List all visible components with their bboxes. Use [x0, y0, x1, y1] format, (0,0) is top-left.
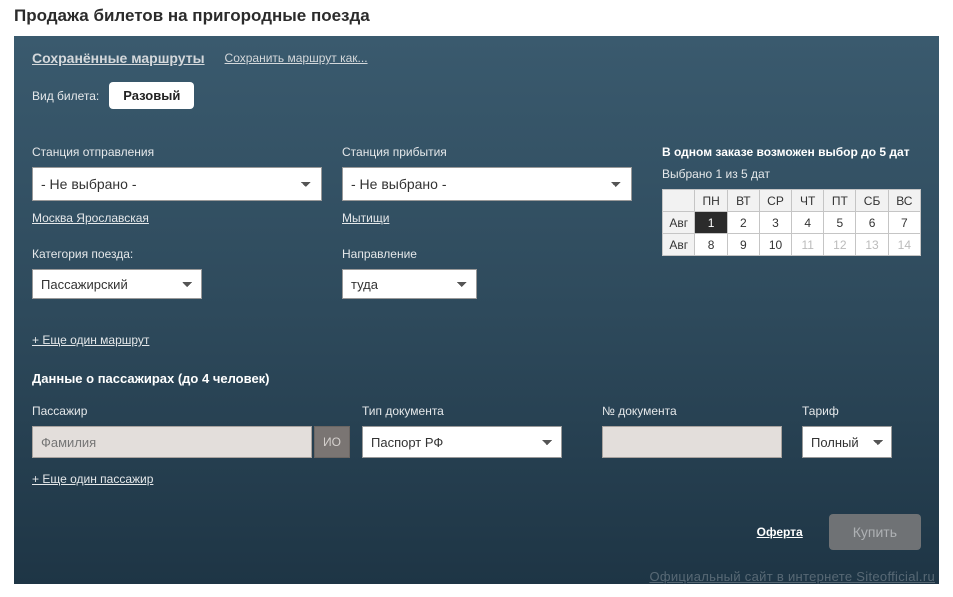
- arrival-label: Станция прибытия: [342, 145, 652, 159]
- booking-panel: Сохранённые маршруты Сохранить маршрут к…: [14, 36, 939, 584]
- calendar-day[interactable]: 6: [856, 212, 888, 234]
- calendar-day[interactable]: 3: [759, 212, 791, 234]
- direction-select[interactable]: туда: [342, 269, 477, 299]
- surname-input[interactable]: [32, 426, 312, 458]
- departure-select[interactable]: - Не выбрано -: [32, 167, 322, 201]
- add-passenger-link[interactable]: + Еще один пассажир: [32, 472, 153, 486]
- calendar-table: ПН ВТ СР ЧТ ПТ СБ ВС Авг 1 2 3: [662, 189, 921, 256]
- initials-button[interactable]: ИО: [314, 426, 350, 458]
- calendar-day[interactable]: 7: [888, 212, 920, 234]
- calendar-month-label: Авг: [663, 212, 695, 234]
- weekday-header: ВС: [888, 190, 920, 212]
- save-route-as-link[interactable]: Сохранить маршрут как...: [225, 51, 368, 65]
- departure-suggest[interactable]: Москва Ярославская: [32, 211, 342, 225]
- ticket-type-label: Вид билета:: [32, 89, 99, 103]
- calendar-selected-count: Выбрано 1 из 5 дат: [662, 167, 921, 181]
- calendar-month-label: Авг: [663, 234, 695, 256]
- tariff-col-label: Тариф: [802, 404, 902, 418]
- doc-type-select[interactable]: Паспорт РФ: [362, 426, 562, 458]
- weekday-header: ВТ: [727, 190, 759, 212]
- add-route-link[interactable]: + Еще один маршрут: [32, 333, 149, 347]
- tariff-select[interactable]: Полный: [802, 426, 892, 458]
- calendar-day[interactable]: 12: [824, 234, 856, 256]
- weekday-header: СР: [759, 190, 791, 212]
- calendar-day[interactable]: 13: [856, 234, 888, 256]
- calendar-day[interactable]: 10: [759, 234, 791, 256]
- saved-routes-link[interactable]: Сохранённые маршруты: [32, 50, 205, 66]
- calendar-day[interactable]: 1: [695, 212, 727, 234]
- departure-label: Станция отправления: [32, 145, 342, 159]
- calendar-hint: В одном заказе возможен выбор до 5 дат: [662, 145, 921, 159]
- doc-type-col-label: Тип документа: [362, 404, 602, 418]
- calendar-day[interactable]: 11: [792, 234, 824, 256]
- passengers-title: Данные о пассажирах (до 4 человек): [32, 371, 921, 386]
- calendar-day[interactable]: 9: [727, 234, 759, 256]
- watermark: Официальный сайт в интернете Siteofficia…: [649, 569, 935, 584]
- weekday-header: ЧТ: [792, 190, 824, 212]
- oferta-link[interactable]: Оферта: [757, 525, 803, 539]
- page-title: Продажа билетов на пригородные поезда: [0, 0, 953, 36]
- weekday-header: ПН: [695, 190, 727, 212]
- calendar-day[interactable]: 2: [727, 212, 759, 234]
- passenger-col-label: Пассажир: [32, 404, 362, 418]
- category-label: Категория поезда:: [32, 247, 342, 261]
- calendar-day[interactable]: 5: [824, 212, 856, 234]
- calendar-day[interactable]: 8: [695, 234, 727, 256]
- weekday-header: ПТ: [824, 190, 856, 212]
- buy-button[interactable]: Купить: [829, 514, 921, 550]
- arrival-suggest[interactable]: Мытищи: [342, 211, 652, 225]
- calendar-day[interactable]: 4: [792, 212, 824, 234]
- arrival-select[interactable]: - Не выбрано -: [342, 167, 632, 201]
- ticket-type-button[interactable]: Разовый: [109, 82, 194, 109]
- doc-num-col-label: № документа: [602, 404, 802, 418]
- direction-label: Направление: [342, 247, 652, 261]
- doc-number-input[interactable]: [602, 426, 782, 458]
- category-select[interactable]: Пассажирский: [32, 269, 202, 299]
- calendar-month-col: [663, 190, 695, 212]
- weekday-header: СБ: [856, 190, 888, 212]
- calendar-day[interactable]: 14: [888, 234, 920, 256]
